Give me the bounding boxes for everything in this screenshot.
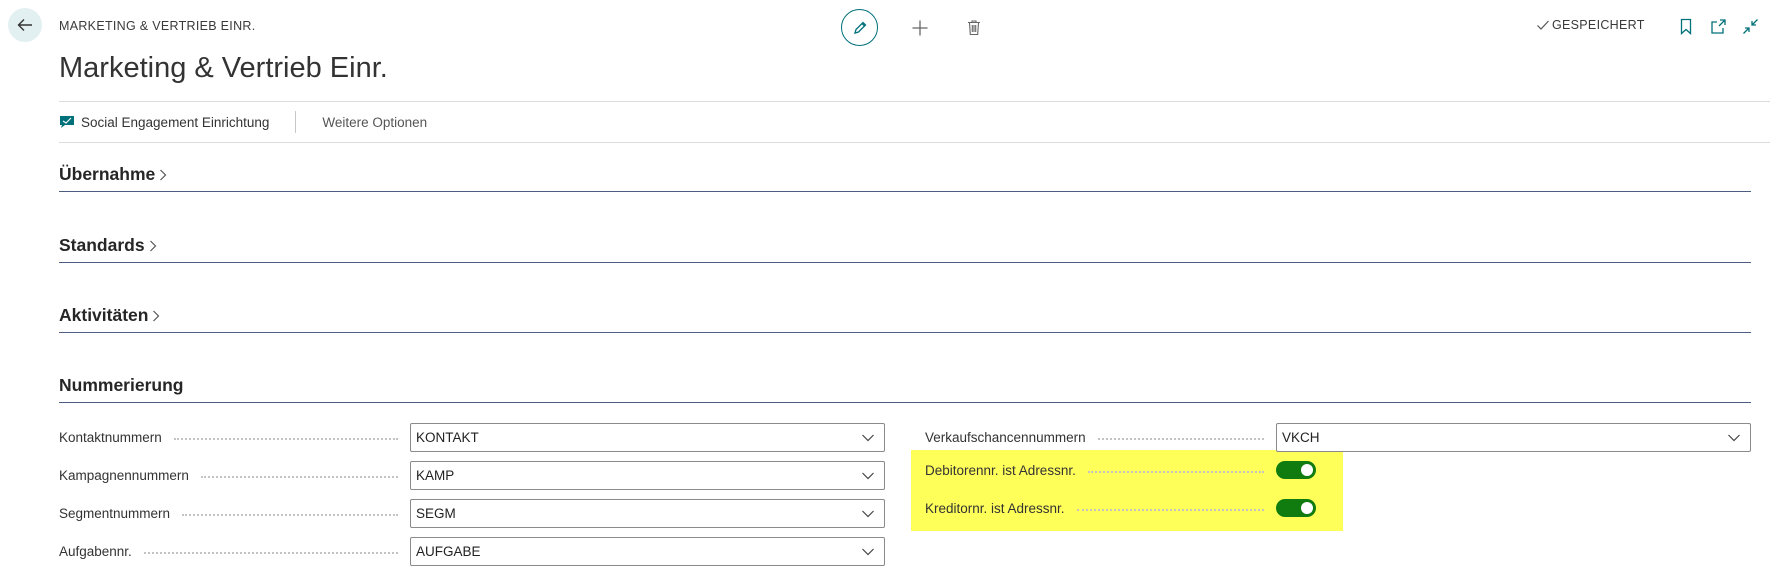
chevron-down-icon [862,510,874,517]
section-standards-header[interactable]: Standards [59,235,158,256]
chevron-right-icon [153,310,160,321]
toggle-knob [1301,464,1313,476]
select-value: KAMP [416,467,455,483]
top-actions [841,9,986,46]
plus-icon [912,20,928,35]
action-bar: Social Engagement Einrichtung Weitere Op… [59,101,1770,143]
more-options-action[interactable]: Weitere Optionen [322,115,453,130]
chevron-right-icon [160,169,167,180]
chevron-down-icon [1728,434,1740,441]
section-nummerierung-header[interactable]: Nummerierung [59,375,183,396]
back-arrow-icon [17,19,32,31]
label-leader-dots [1087,471,1264,473]
bookmark-icon [1680,18,1692,35]
label-leader-dots [1076,509,1264,511]
select-value: KONTAKT [416,429,479,445]
field-label: Segmentnummern [59,505,171,521]
saved-label: GESPEICHERT [1552,18,1645,32]
delete-button[interactable] [962,16,986,40]
toggle-knob [1301,502,1313,514]
field-label: Kampagnennummern [59,467,189,483]
verkaufschancennummern-select[interactable]: VKCH [1276,422,1751,452]
kontaktnummern-select[interactable]: KONTAKT [410,422,885,452]
section-uebernahme-title: Übernahme [59,164,156,184]
more-options-label: Weitere Optionen [322,114,428,130]
section-nummerierung-title: Nummerierung [59,375,184,395]
social-engagement-action[interactable]: Social Engagement Einrichtung [59,115,295,130]
section-uebernahme-header[interactable]: Übernahme [59,164,168,185]
chevron-down-icon [862,472,874,479]
numbering-right-column: Verkaufschancennummern VKCH [925,418,1751,456]
field-label-container: Kreditornr. ist Adressnr. [925,501,1276,516]
field-label: Aufgabennr. [59,543,132,559]
field-label: Kreditornr. ist Adressnr. [925,500,1065,516]
collapse-icon [1742,18,1758,34]
aufgabennr-select[interactable]: AUFGABE [410,536,885,566]
window-controls [1676,16,1760,36]
field-kreditornr-ist-adressnr: Kreditornr. ist Adressnr. [925,498,1316,518]
chevron-right-icon [149,240,156,251]
section-aktivitaeten-header[interactable]: Aktivitäten [59,305,161,326]
trash-icon [968,20,980,36]
action-separator [295,111,297,133]
field-label-container: Aufgabennr. [59,544,410,559]
select-value: AUFGABE [416,543,481,559]
numbering-left-column: Kontaktnummern KONTAKT Kampagnennummern … [59,418,885,570]
open-new-window-button[interactable] [1708,16,1728,36]
social-engagement-label: Social Engagement Einrichtung [81,114,270,130]
field-kontaktnummern: Kontaktnummern KONTAKT [59,418,885,456]
label-leader-dots [200,476,398,478]
field-label-container: Segmentnummern [59,506,410,521]
chevron-down-icon [862,434,874,441]
label-leader-dots [182,514,398,516]
section-standards: Standards [59,235,1751,263]
field-label-container: Kampagnennummern [59,468,410,483]
label-leader-dots [1097,438,1264,440]
section-aktivitaeten-title: Aktivitäten [59,305,149,325]
section-aktivitaeten: Aktivitäten [59,305,1751,333]
label-leader-dots [173,438,398,440]
field-label-container: Verkaufschancennummern [925,430,1276,445]
field-label: Debitorennr. ist Adressnr. [925,462,1076,478]
new-button[interactable] [908,16,932,40]
field-label-container: Kontaktnummern [59,430,410,445]
select-value: SEGM [416,505,456,521]
saved-status: GESPEICHERT [1536,18,1645,32]
collapse-button[interactable] [1740,16,1760,36]
kampagnennummern-select[interactable]: KAMP [410,460,885,490]
open-new-window-icon [1710,18,1726,34]
field-label: Kontaktnummern [59,429,162,445]
edit-button[interactable] [841,9,878,46]
field-kampagnennummern: Kampagnennummern KAMP [59,456,885,494]
page-title: Marketing & Vertrieb Einr. [59,52,388,84]
field-label: Verkaufschancennummern [925,429,1086,445]
field-aufgabennr: Aufgabennr. AUFGABE [59,532,885,570]
checkmark-icon [1537,20,1549,30]
section-nummerierung: Nummerierung [59,375,1751,403]
chevron-down-icon [862,548,874,555]
kreditornr-toggle[interactable] [1276,499,1316,517]
field-verkaufschancennummern: Verkaufschancennummern VKCH [925,418,1751,456]
label-leader-dots [143,552,398,554]
debitorennr-toggle[interactable] [1276,461,1316,479]
field-label-container: Debitorennr. ist Adressnr. [925,463,1276,478]
page-caption: MARKETING & VERTRIEB EINR. [59,19,256,33]
pencil-icon [853,21,866,34]
section-standards-title: Standards [59,235,145,255]
social-engagement-icon [60,116,74,128]
segmentnummern-select[interactable]: SEGM [410,498,885,528]
bookmark-button[interactable] [1676,16,1696,36]
select-value: VKCH [1282,429,1320,445]
field-debitorennr-ist-adressnr: Debitorennr. ist Adressnr. [925,460,1316,480]
section-uebernahme: Übernahme [59,164,1751,192]
back-button[interactable] [8,8,42,42]
field-segmentnummern: Segmentnummern SEGM [59,494,885,532]
